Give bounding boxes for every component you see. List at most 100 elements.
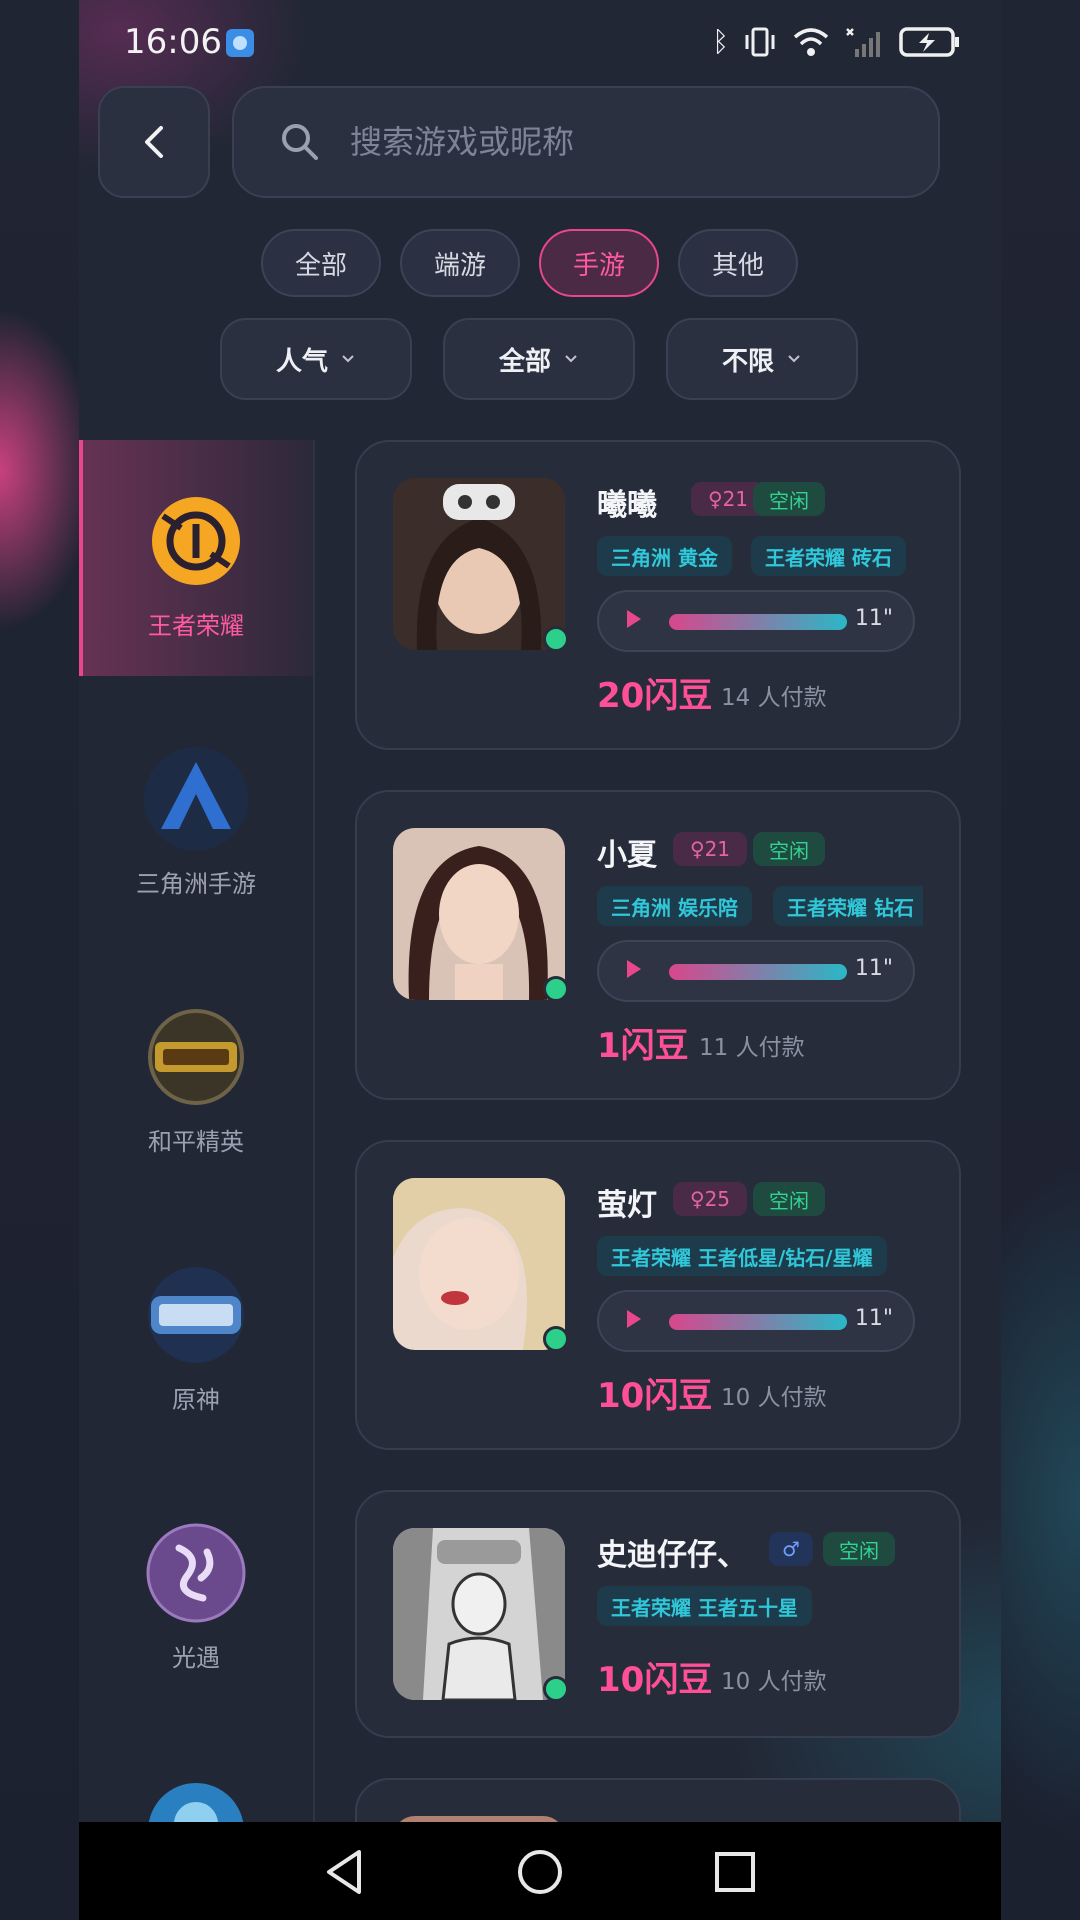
gender-age-badge: ♀21 [673,832,747,866]
peacekeeper-elite-icon [148,1009,244,1105]
sidebar-item-peacekeeper-elite[interactable]: 和平精英 [79,956,313,1192]
play-icon [627,1310,641,1328]
online-indicator [543,1676,569,1702]
skill-tag: 王者荣耀 砖石 [751,536,906,576]
sidebar-item-label: 和平精英 [148,1128,244,1156]
app-screen: 16:06 ᛒ 全部 端游 手游 其他 人气 全部 不限 [79,0,1001,1822]
game-icon [148,1783,244,1822]
play-icon [627,610,641,628]
sidebar-item-partial[interactable] [79,1730,313,1822]
system-nav-bar [79,1822,1001,1920]
voice-waveform [669,964,847,980]
sidebar-item-label: 原神 [172,1386,220,1414]
online-indicator [543,626,569,652]
player-card[interactable]: 小夏 ♀21 空闲 三角洲 娱乐陪 王者荣耀 钻石 11" 1闪豆 11 人付款 [355,790,961,1100]
player-name: 史迪仔仔、 [597,1538,747,1573]
player-card[interactable]: 曦曦 ♀21 空闲 三角洲 黄金 王者荣耀 砖石 11" 20闪豆 14 人付款 [355,440,961,750]
nav-back-icon[interactable] [319,1846,371,1898]
bluetooth-icon: ᛒ [712,25,729,58]
vibrate-icon [745,27,775,57]
avatar [393,828,565,1000]
sky-icon [146,1523,246,1623]
delta-force-icon [144,747,248,851]
game-sidebar: 王者荣耀 三角洲手游 和平精英 原神 光遇 [79,440,313,1822]
voice-duration: 11" [854,606,893,631]
status-badge: 空闲 [753,482,825,516]
tab-other[interactable]: 其他 [678,229,798,297]
filter-label: 不限 [721,346,774,377]
honor-of-kings-icon [152,497,240,585]
tab-mobile-games[interactable]: 手游 [539,229,659,297]
paid-count: 14 人付款 [721,685,827,711]
genshin-impact-icon [148,1267,244,1363]
chevron-down-icon [565,355,577,363]
skill-tag: 王者荣耀 王者五十星 [597,1586,812,1626]
paid-count: 10 人付款 [721,1385,827,1411]
play-icon [627,960,641,978]
sidebar-item-honor-of-kings[interactable]: 王者荣耀 [79,440,313,676]
skill-tag: 王者荣耀 钻石 [773,886,923,926]
avatar [393,1178,565,1350]
filter-price-dropdown[interactable]: 不限 [666,318,858,400]
sidebar-divider [313,440,315,1822]
online-indicator [543,976,569,1002]
online-indicator [543,1326,569,1352]
status-badge: 空闲 [753,1182,825,1216]
sidebar-item-label: 三角洲手游 [136,870,256,898]
sidebar-item-genshin-impact[interactable]: 原神 [79,1214,313,1450]
price: 10闪豆 [597,1376,713,1416]
filter-sort-dropdown[interactable]: 人气 [220,318,412,400]
avatar [393,1528,565,1700]
notification-app-icon [226,29,254,57]
gender-age-badge: ♀25 [673,1182,747,1216]
paid-count: 11 人付款 [699,1035,805,1061]
battery-charging-icon [899,27,959,57]
sidebar-item-label: 光遇 [172,1644,220,1672]
voice-duration: 11" [854,1306,893,1331]
back-button[interactable] [98,86,210,198]
player-name: 小夏 [597,838,657,873]
skill-tag: 王者荣耀 王者低星/钻石/星耀 [597,1236,887,1276]
wifi-icon [793,28,829,56]
avatar [393,478,565,650]
status-time: 16:06 [124,22,222,62]
player-card[interactable]: 萤灯 ♀25 空闲 王者荣耀 王者低星/钻石/星耀 11" 10闪豆 10 人付… [355,1140,961,1450]
status-badge: 空闲 [753,832,825,866]
sidebar-item-sky[interactable]: 光遇 [79,1472,313,1708]
tab-all[interactable]: 全部 [261,229,381,297]
filter-gender-dropdown[interactable]: 全部 [443,318,635,400]
price: 1闪豆 [597,1026,689,1066]
voice-intro-player[interactable]: 11" [597,1290,915,1352]
skill-tag: 三角洲 黄金 [597,536,732,576]
search-bar[interactable] [232,86,940,198]
sidebar-item-label: 王者荣耀 [148,612,244,640]
nav-home-icon[interactable] [514,1846,566,1898]
player-name: 萤灯 [597,1188,657,1223]
voice-waveform [669,1314,847,1330]
voice-intro-player[interactable]: 11" [597,590,915,652]
voice-duration: 11" [854,956,893,981]
player-card[interactable]: 史迪仔仔、 ♂ 空闲 王者荣耀 王者五十星 10闪豆 10 人付款 [355,1490,961,1738]
status-bar: 16:06 ᛒ [79,0,1001,86]
chevron-left-icon [145,126,163,158]
sidebar-item-delta-force[interactable]: 三角洲手游 [79,698,313,934]
gender-badge: ♂ [769,1532,813,1566]
filter-label: 人气 [275,346,328,377]
status-badge: 空闲 [823,1532,895,1566]
search-icon [282,124,318,160]
price: 10闪豆 [597,1660,713,1700]
tab-pc-games[interactable]: 端游 [400,229,520,297]
paid-count: 10 人付款 [721,1669,827,1695]
filter-label: 全部 [498,346,551,377]
nav-recents-icon[interactable] [709,1846,761,1898]
player-card[interactable] [355,1778,961,1822]
search-input[interactable] [348,122,872,162]
signal-icon [846,28,880,57]
voice-intro-player[interactable]: 11" [597,940,915,1002]
player-name: 曦曦 [597,488,657,523]
voice-waveform [669,614,847,630]
chevron-down-icon [788,355,800,363]
price: 20闪豆 [597,676,713,716]
skill-tag: 三角洲 娱乐陪 [597,886,752,926]
chevron-down-icon [342,355,354,363]
